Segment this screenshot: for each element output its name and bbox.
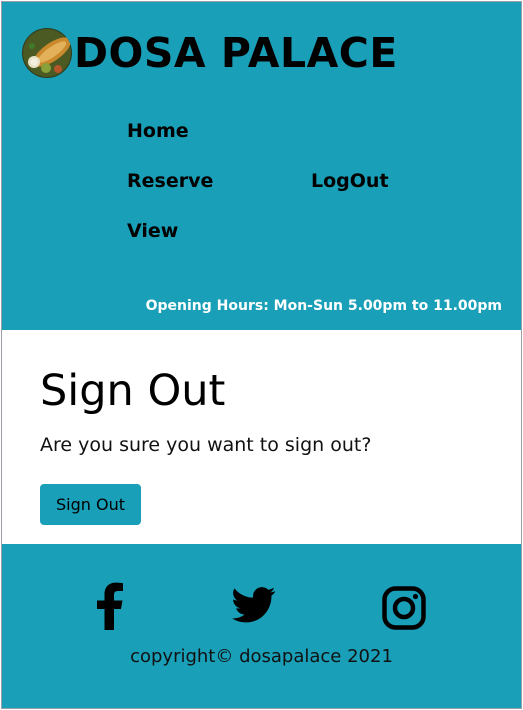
- brand[interactable]: DOSA PALACE: [22, 26, 398, 80]
- site-footer: copyright© dosapalace 2021: [2, 544, 521, 708]
- nav-logout-link[interactable]: LogOut: [311, 170, 389, 192]
- signout-section: Sign Out Are you sure you want to sign o…: [2, 330, 521, 544]
- twitter-icon[interactable]: [232, 586, 276, 628]
- dosa-logo-icon: [22, 28, 72, 78]
- nav-home-link[interactable]: Home: [127, 120, 189, 142]
- site-header: DOSA PALACE Home Reserve View LogOut Ope…: [2, 2, 521, 330]
- instagram-icon[interactable]: [382, 586, 426, 634]
- page-title: Sign Out: [40, 366, 226, 416]
- facebook-icon[interactable]: [96, 582, 124, 634]
- page: DOSA PALACE Home Reserve View LogOut Ope…: [1, 1, 522, 709]
- brand-name: DOSA PALACE: [74, 29, 398, 77]
- signout-button[interactable]: Sign Out: [40, 484, 141, 525]
- signout-question: Are you sure you want to sign out?: [40, 434, 372, 456]
- nav-reserve-link[interactable]: Reserve: [127, 170, 213, 192]
- nav-view-link[interactable]: View: [127, 220, 178, 242]
- opening-hours: Opening Hours: Mon-Sun 5.00pm to 11.00pm: [145, 298, 502, 314]
- copyright-text: copyright© dosapalace 2021: [130, 646, 393, 667]
